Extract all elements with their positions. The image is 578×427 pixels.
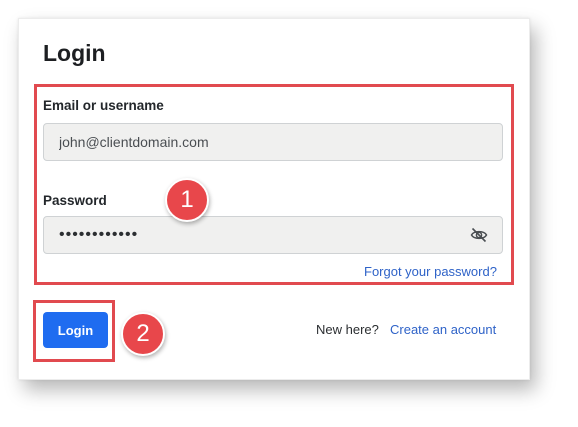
- eye-slash-icon[interactable]: [470, 227, 488, 243]
- page-title: Login: [43, 40, 106, 66]
- password-field[interactable]: [43, 216, 503, 254]
- forgot-password-link[interactable]: Forgot your password?: [364, 264, 497, 279]
- password-label: Password: [43, 193, 107, 208]
- callout-badge-1: 1: [165, 178, 209, 222]
- email-field[interactable]: [43, 123, 503, 161]
- new-here-text: New here?: [316, 322, 379, 337]
- callout-badge-2: 2: [121, 312, 165, 356]
- email-label: Email or username: [43, 98, 164, 113]
- screenshot-stage: Login Email or username Password Forgot …: [0, 0, 578, 427]
- create-account-link[interactable]: Create an account: [390, 322, 496, 337]
- login-button[interactable]: Login: [43, 312, 108, 348]
